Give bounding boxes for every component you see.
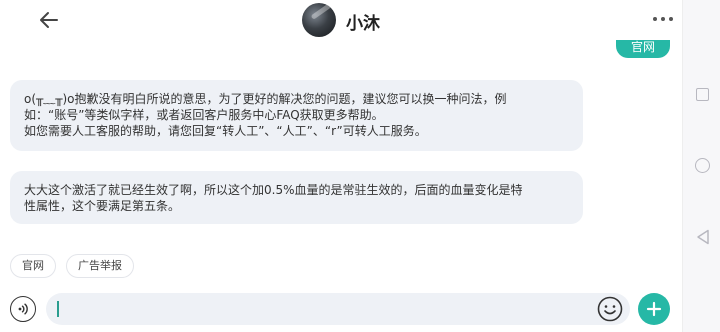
message-line: o(╥﹏╥)o抱歉没有明白所说的意思，为了更好的解决您的问题，建议您可以换一种问… bbox=[24, 92, 507, 106]
message-input[interactable] bbox=[46, 293, 630, 325]
message-line: 大大这个激活了就已经生效了啊，所以这个加0.5%血量的是常驻生效的，后面的血量变… bbox=[24, 183, 523, 197]
page-title: 小沐 bbox=[346, 14, 380, 34]
message-line: 如您需要人工客服的帮助，请您回复“转人工”、“人工”、“r”可转人工服务。 bbox=[24, 124, 427, 138]
voice-button[interactable] bbox=[10, 296, 36, 322]
plus-icon bbox=[646, 301, 662, 317]
chat-app: 小沐 官网 o(╥﹏╥)o抱歉没有明白所说的意思，为了更好的解决您的问题，建议您… bbox=[0, 0, 682, 332]
system-nav-bar bbox=[682, 0, 720, 332]
message-line: 性属性，这个要满足第五条。 bbox=[24, 199, 181, 213]
quick-reply-row: 官网 广告举报 bbox=[10, 254, 134, 278]
emoji-button[interactable] bbox=[597, 296, 623, 322]
input-bar bbox=[0, 282, 682, 332]
text-caret bbox=[57, 301, 59, 317]
back-button[interactable] bbox=[38, 10, 60, 30]
nav-square-icon[interactable] bbox=[696, 88, 709, 101]
avatar[interactable] bbox=[302, 3, 336, 37]
quick-reply-official-site[interactable]: 官网 bbox=[10, 254, 56, 278]
voice-icon bbox=[18, 303, 28, 315]
emoji-icon bbox=[597, 296, 623, 322]
bot-message-bubble: 大大这个激活了就已经生效了啊，所以这个加0.5%血量的是常驻生效的，后面的血量变… bbox=[10, 171, 583, 224]
quick-reply-ad-report[interactable]: 广告举报 bbox=[66, 254, 134, 278]
user-message-bubble: 官网 bbox=[616, 40, 670, 58]
chat-header: 小沐 bbox=[0, 0, 682, 40]
message-list[interactable]: 官网 o(╥﹏╥)o抱歉没有明白所说的意思，为了更好的解决您的问题，建议您可以换… bbox=[0, 40, 682, 282]
nav-circle-icon[interactable] bbox=[695, 158, 710, 173]
more-button[interactable] bbox=[652, 14, 674, 26]
nav-back-icon[interactable] bbox=[696, 229, 710, 245]
message-line: 如：“账号”等类似字样，或者返回客户服务中心FAQ获取更多帮助。 bbox=[24, 108, 384, 122]
more-dots-icon bbox=[653, 17, 657, 21]
back-arrow-icon bbox=[40, 12, 58, 28]
add-button[interactable] bbox=[638, 293, 670, 325]
bot-message-bubble: o(╥﹏╥)o抱歉没有明白所说的意思，为了更好的解决您的问题，建议您可以换一种问… bbox=[10, 80, 583, 151]
